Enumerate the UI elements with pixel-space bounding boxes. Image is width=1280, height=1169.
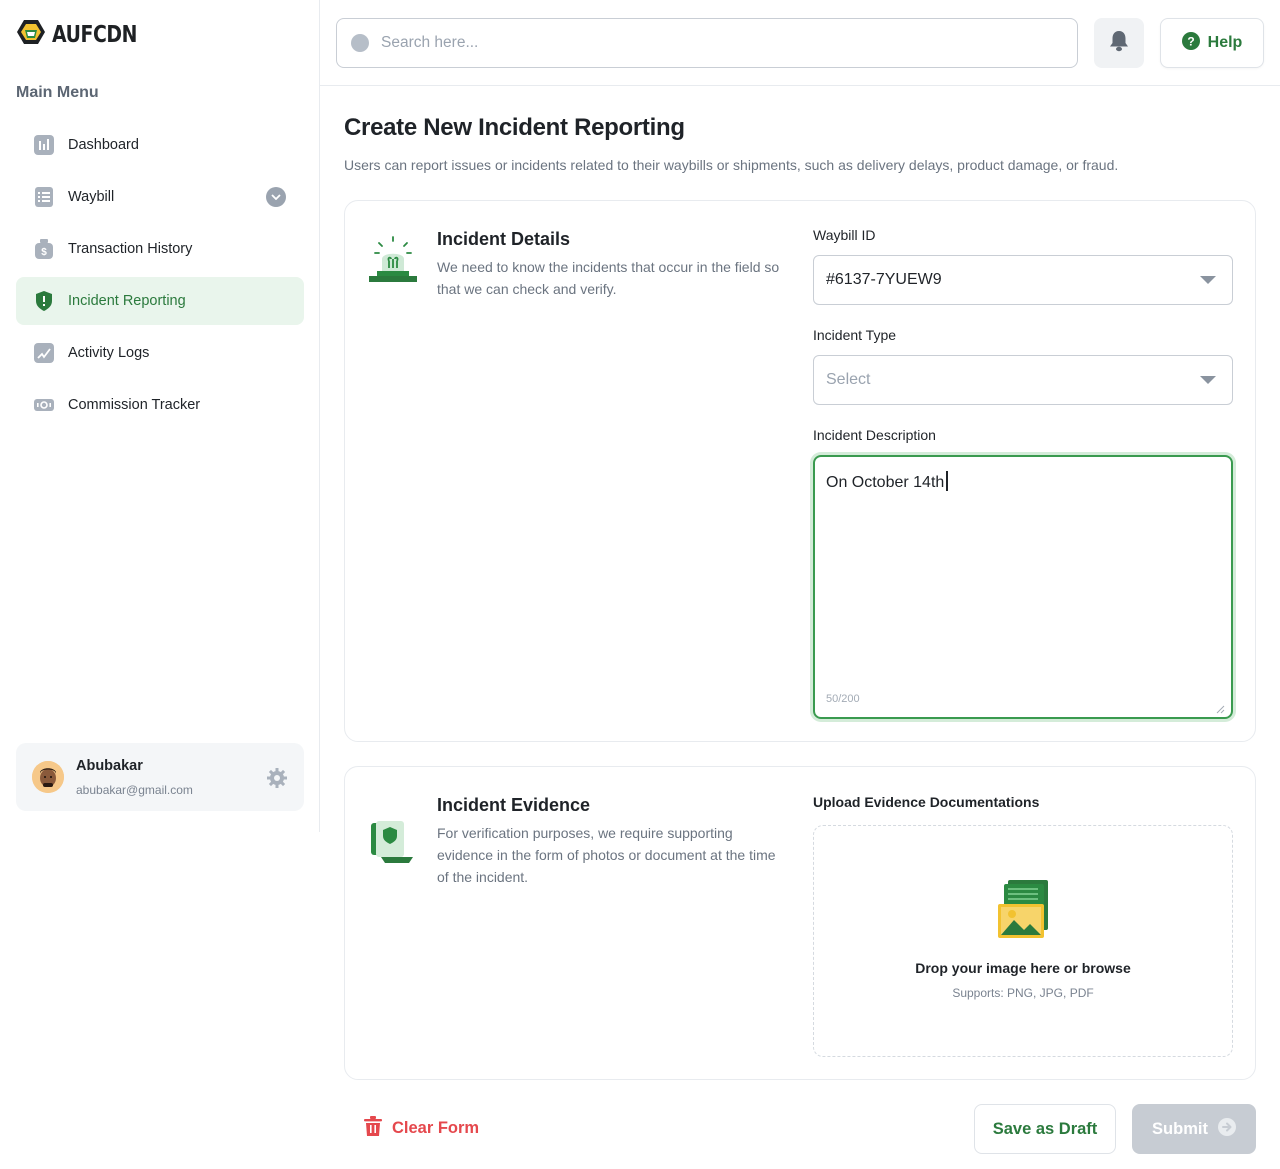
upload-evidence-label: Upload Evidence Documentations [813,794,1040,810]
sidebar-item-label: Activity Logs [68,345,150,361]
sidebar: AUFCDN Main Menu Dashboard Waybill $ Tra… [0,0,320,832]
search-icon [351,34,369,52]
save-draft-label: Save as Draft [992,1119,1098,1138]
sidebar-item-label: Commission Tracker [68,397,201,413]
sidebar-item-waybill[interactable]: Waybill [16,173,304,221]
sidebar-item-activity-logs[interactable]: Activity Logs [16,329,304,377]
incident-type-value: Select [826,371,871,388]
character-counter: 50/200 [826,693,860,705]
user-name: Abubakar [76,758,143,774]
sidebar-item-label: Incident Reporting [68,293,186,309]
incident-description-textarea[interactable]: On October 14th 50/200 [813,455,1233,719]
page-subtitle: Users can report issues or incidents rel… [344,157,1119,173]
svg-text:$: $ [41,247,47,258]
brand-logo[interactable]: AUFCDN [16,18,156,51]
evidence-document-icon [367,817,419,869]
page-title: Create New Incident Reporting [344,114,685,141]
bar-chart-icon [34,135,54,155]
submit-button[interactable]: Submit [1132,1104,1256,1154]
cash-icon [34,395,54,415]
main-menu: Dashboard Waybill $ Transaction History … [16,121,304,433]
incident-evidence-title: Incident Evidence [437,795,591,815]
incident-details-card: Incident Details We need to know the inc… [344,200,1256,742]
user-profile-card[interactable]: Abubakar abubakar@gmail.com [16,743,304,811]
chevron-down-icon[interactable] [266,187,286,207]
sidebar-item-dashboard[interactable]: Dashboard [16,121,304,169]
help-button[interactable]: ? Help [1160,18,1264,68]
search-input[interactable] [381,34,1041,52]
help-icon: ? [1181,31,1200,55]
avatar [32,761,64,793]
submit-label: Submit [1152,1119,1208,1138]
incident-details-description: We need to know the incidents that occur… [437,259,780,297]
logo-icon [16,18,46,51]
incident-type-label: Incident Type [813,327,897,343]
sidebar-item-label: Transaction History [68,241,193,257]
waybill-id-value: #6137-7YUEW9 [826,271,942,288]
list-icon [34,187,54,207]
shield-alert-icon [34,291,54,311]
dropzone-supported-formats: Supports: PNG, JPG, PDF [952,986,1094,1000]
sidebar-item-label: Dashboard [68,137,139,153]
clear-form-label: Clear Form [392,1119,480,1137]
siren-icon [367,235,419,287]
image-upload-icon [994,878,1054,942]
incident-evidence-description: For verification purposes, we require su… [437,825,776,885]
help-label: Help [1207,34,1243,51]
user-email: abubakar@gmail.com [76,783,193,797]
brand-name: AUFCDN [52,21,138,48]
waybill-id-select[interactable]: #6137-7YUEW9 [813,255,1233,305]
arrow-right-circle-icon [1217,1117,1236,1141]
money-bag-icon: $ [34,239,54,259]
incident-evidence-card: Incident Evidence For verification purpo… [344,766,1256,1080]
notification-button[interactable] [1094,18,1144,68]
caret-down-icon [1200,276,1216,284]
trash-icon [364,1116,382,1141]
save-draft-button[interactable]: Save as Draft [974,1104,1116,1154]
resize-handle-icon[interactable] [1215,701,1225,714]
sidebar-item-label: Waybill [68,189,115,205]
dropzone-title: Drop your image here or browse [915,960,1131,976]
sidebar-item-commission-tracker[interactable]: Commission Tracker [16,381,304,429]
sidebar-item-transaction-history[interactable]: $ Transaction History [16,225,304,273]
svg-text:?: ? [1187,34,1194,48]
main-menu-title: Main Menu [16,84,99,101]
bell-icon [1109,30,1129,57]
search-bar[interactable] [336,18,1078,68]
incident-type-select[interactable]: Select [813,355,1233,405]
incident-details-title: Incident Details [437,229,571,249]
evidence-dropzone[interactable]: Drop your image here or browse Supports:… [813,825,1233,1057]
incident-description-text: On October 14th [826,471,948,492]
sidebar-item-incident-reporting[interactable]: Incident Reporting [16,277,304,325]
waybill-id-label: Waybill ID [813,227,876,243]
caret-down-icon [1200,376,1216,384]
activity-icon [34,343,54,363]
topbar: ? Help [320,0,1280,86]
incident-description-label: Incident Description [813,427,936,443]
gear-icon[interactable] [266,767,288,789]
clear-form-button[interactable]: Clear Form [364,1116,479,1141]
